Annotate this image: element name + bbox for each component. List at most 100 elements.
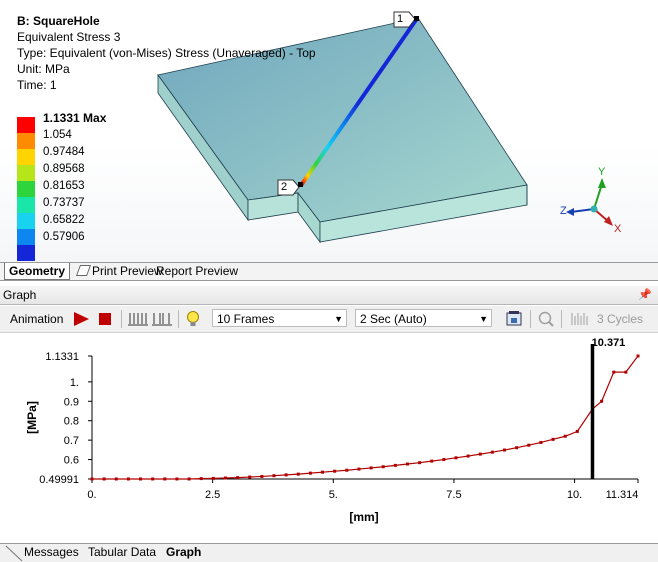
animation-toolbar: Animation 10 Frames ▼ 2 Sec (Auto) ▼ 3 Cyc… <box>0 306 658 333</box>
axis-triad-icon <box>566 178 613 226</box>
data-point <box>284 473 288 477</box>
tab-tabular-data[interactable]: Tabular Data <box>88 544 156 561</box>
cursor-value-label: 10.371 <box>592 337 626 349</box>
legend-label: 0.57906 <box>43 231 85 243</box>
result-name: Equivalent Stress 3 <box>17 30 121 44</box>
duration-select[interactable]: 2 Sec (Auto) ▼ <box>355 309 492 327</box>
tab-messages[interactable]: Messages <box>24 544 79 561</box>
toolbar-separator <box>561 310 562 328</box>
legend-label: 0.65822 <box>43 214 85 226</box>
path-point-2-label[interactable]: 2 <box>281 181 287 193</box>
legend-swatch <box>17 165 35 181</box>
x-axis-label: [mm] <box>349 510 378 524</box>
data-point <box>393 463 397 467</box>
legend-label: 0.89568 <box>43 163 85 175</box>
result-unit: Unit: MPa <box>17 62 70 76</box>
tab-report-preview[interactable]: Report Preview <box>152 263 242 279</box>
lightbulb-icon[interactable] <box>185 310 201 330</box>
tab-graph[interactable]: Graph <box>166 544 201 561</box>
data-point <box>466 454 470 458</box>
frames-select[interactable]: 10 Frames ▼ <box>212 309 347 327</box>
data-point <box>478 452 482 456</box>
data-point <box>612 370 616 374</box>
chevron-down-icon: ▼ <box>334 314 343 324</box>
data-point <box>418 461 422 465</box>
data-point <box>199 477 203 481</box>
toolbar-separator <box>178 310 179 328</box>
legend-swatch <box>17 197 35 213</box>
x-tick-label: 5. <box>329 489 338 501</box>
data-point <box>163 477 167 481</box>
legend-label: 1.054 <box>43 129 72 141</box>
data-point <box>575 429 579 433</box>
result-sets-icon[interactable] <box>152 311 172 331</box>
data-point <box>490 450 494 454</box>
cycles-icon[interactable] <box>570 311 590 331</box>
data-point <box>175 477 179 481</box>
x-tick-label: 0. <box>87 489 96 501</box>
legend-label: 1.1331 Max <box>43 111 107 125</box>
graph-panel-title: Graph <box>3 288 37 302</box>
path-point-1-label[interactable]: 1 <box>397 13 403 25</box>
stop-icon[interactable] <box>98 312 112 332</box>
legend-label: 0.97484 <box>43 146 85 158</box>
legend-swatch <box>17 213 35 229</box>
triad-y-label: Y <box>598 166 606 178</box>
distributed-frames-icon[interactable] <box>128 311 148 331</box>
triad-z-label: Z <box>560 205 567 217</box>
x-tick-label: 11.314 <box>606 489 639 501</box>
legend-swatch <box>17 133 35 149</box>
x-tick-label: 10. <box>567 489 582 501</box>
data-point <box>211 476 215 480</box>
data-point <box>430 459 434 463</box>
legend-swatch <box>17 245 35 261</box>
result-time: Time: 1 <box>17 78 57 92</box>
legend-label: 0.81653 <box>43 180 85 192</box>
series-line <box>92 355 639 480</box>
data-point <box>539 440 543 444</box>
tab-divider-icon <box>5 545 23 562</box>
triad-x-label: X <box>614 223 622 235</box>
data-point <box>126 477 130 481</box>
data-point <box>296 472 300 476</box>
tab-geometry[interactable]: Geometry <box>4 263 71 280</box>
stress-legend-colorbar <box>17 117 35 261</box>
data-point <box>357 467 361 471</box>
y-tick-label: 1.1331 <box>45 351 79 363</box>
data-point <box>551 437 555 441</box>
data-point <box>515 446 519 450</box>
line-chart[interactable]: 0.49991 0.6 0.7 0.8 0.9 1. 1.1331 0. 2.5 5. 7.5 10.… <box>0 334 658 543</box>
data-point <box>321 470 325 474</box>
export-video-icon[interactable] <box>505 310 523 330</box>
data-point <box>236 476 240 480</box>
data-point <box>624 370 628 374</box>
y-tick-label: 0.6 <box>64 455 79 467</box>
data-point <box>90 477 94 481</box>
cycles-label[interactable]: 3 Cycles <box>597 309 643 329</box>
data-point <box>248 475 252 479</box>
page-icon <box>75 265 92 276</box>
toolbar-separator <box>121 310 122 328</box>
chevron-down-icon: ▼ <box>479 314 488 324</box>
play-icon[interactable] <box>72 311 90 331</box>
y-axis-label: [MPa] <box>25 401 39 434</box>
legend-swatch <box>17 229 35 245</box>
y-tick-label: 0.8 <box>64 416 79 428</box>
toolbar-separator <box>530 310 531 328</box>
data-point <box>600 399 604 403</box>
legend-swatch <box>17 181 35 197</box>
animation-label: Animation <box>10 312 64 326</box>
data-point <box>102 477 106 481</box>
data-point <box>139 477 143 481</box>
analysis-title: B: SquareHole <box>17 14 100 28</box>
data-point <box>563 434 567 438</box>
data-point <box>442 458 446 462</box>
bottom-tabs: Messages Tabular Data Graph <box>0 543 658 562</box>
legend-swatch <box>17 149 35 165</box>
model-viewport[interactable]: B: SquareHole Equivalent Stress 3 Type: … <box>0 0 658 263</box>
pin-icon[interactable]: 📌 <box>638 286 652 304</box>
x-tick-label: 7.5 <box>446 489 461 501</box>
y-tick-label: 0.9 <box>64 396 79 408</box>
zoom-to-fit-icon[interactable] <box>537 310 555 330</box>
data-point <box>114 477 118 481</box>
